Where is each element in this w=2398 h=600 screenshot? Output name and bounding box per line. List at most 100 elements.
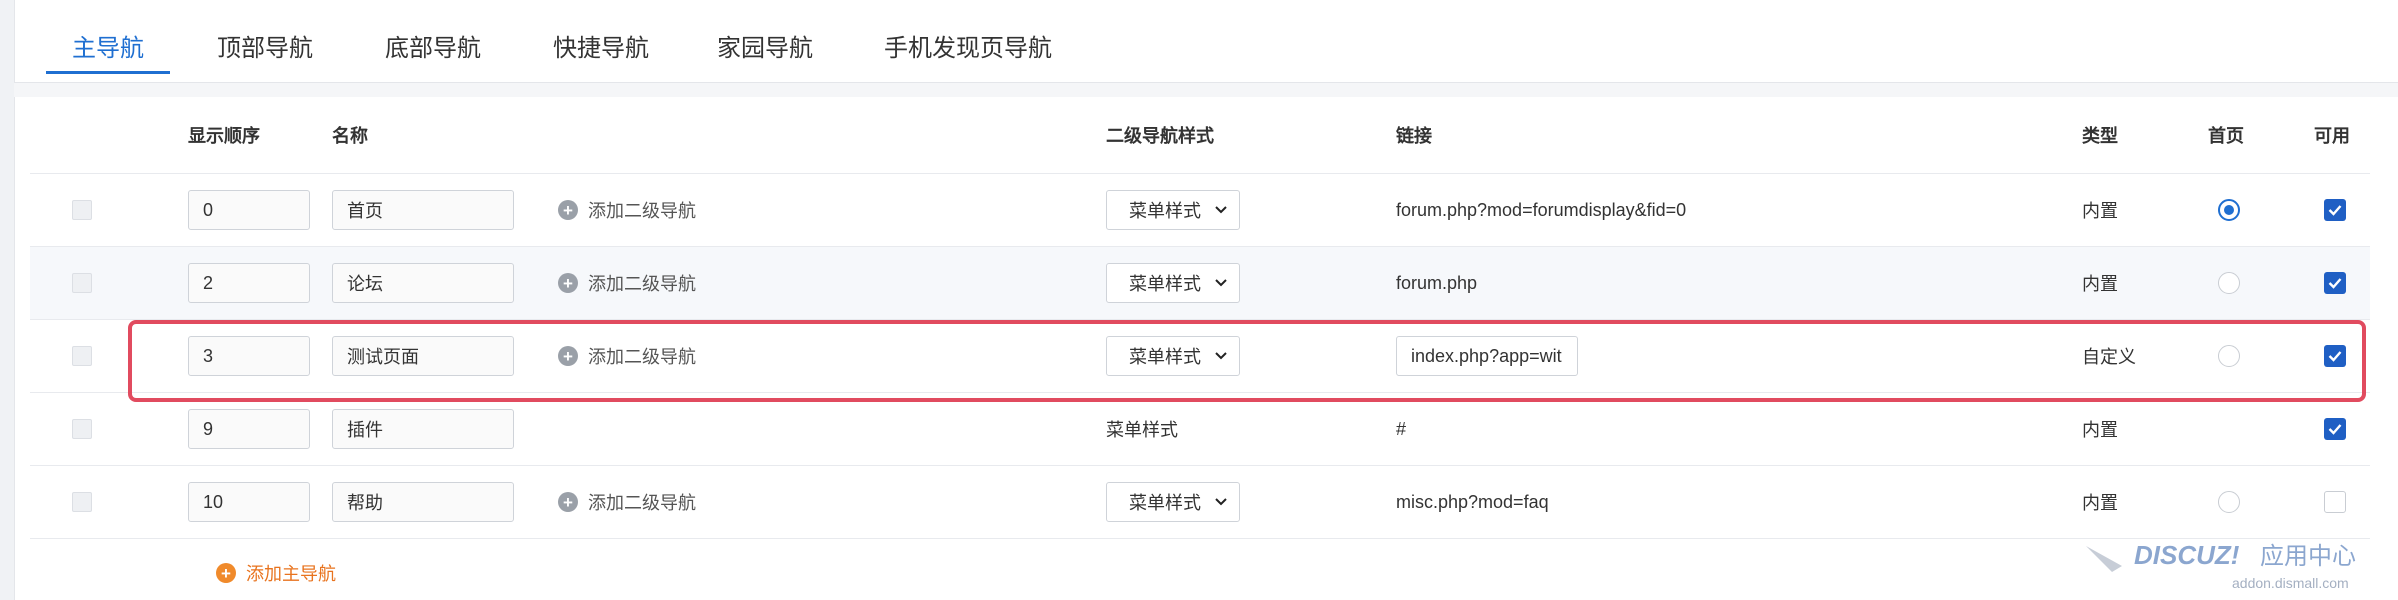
select-value: 菜单样式 xyxy=(1129,274,1201,294)
order-input[interactable]: 0 xyxy=(188,190,310,230)
order-input[interactable]: 2 xyxy=(188,263,310,303)
watermark-url: addon.dismall.com xyxy=(2232,575,2349,591)
tab-main-nav[interactable]: 主导航 xyxy=(46,28,170,74)
watermark-brand: DISCUZ! xyxy=(2134,540,2240,570)
add-sub-nav-label: 添加二级导航 xyxy=(588,201,696,221)
table-row: 3 测试页面 + 添加二级导航 菜单样式 index.php?app=wit 自定义 xyxy=(30,320,2370,393)
name-input[interactable]: 帮助 xyxy=(332,482,514,522)
add-sub-nav-label: 添加二级导航 xyxy=(588,493,696,513)
chevron-down-icon xyxy=(1215,279,1227,287)
add-sub-nav-button[interactable]: + 添加二级导航 xyxy=(558,270,696,296)
name-input[interactable]: 插件 xyxy=(332,409,514,449)
col-link-header: 链接 xyxy=(1396,126,1432,146)
select-value: 菜单样式 xyxy=(1129,201,1201,221)
add-sub-nav-label: 添加二级导航 xyxy=(588,347,696,367)
home-radio[interactable] xyxy=(2218,199,2240,221)
check-icon xyxy=(2328,424,2342,435)
plus-circle-icon: + xyxy=(216,563,236,583)
type-text: 自定义 xyxy=(2082,347,2136,367)
submenu-style-select[interactable]: 菜单样式 xyxy=(1106,263,1240,303)
tab-quick-nav[interactable]: 快捷导航 xyxy=(546,28,656,72)
row-select-checkbox[interactable] xyxy=(72,492,92,512)
nav-table: 显示顺序 名称 二级导航样式 链接 类型 首页 可用 0 首页 + 添加二级导航 菜单样… xyxy=(30,97,2370,600)
discuz-watermark: DISCUZ! 应用中心 addon.dismall.com xyxy=(2086,540,2356,591)
table-row: 9 插件 菜单样式 # 内置 xyxy=(30,393,2370,466)
row-select-checkbox[interactable] xyxy=(72,419,92,439)
col-order-header: 显示顺序 xyxy=(188,126,260,146)
type-text: 内置 xyxy=(2082,274,2118,294)
type-text: 内置 xyxy=(2082,493,2118,513)
add-sub-nav-button[interactable]: + 添加二级导航 xyxy=(558,489,696,515)
chevron-down-icon xyxy=(1215,206,1227,214)
add-main-nav-button[interactable]: + 添加主导航 xyxy=(216,560,336,586)
check-icon xyxy=(2328,205,2342,216)
link-input[interactable]: index.php?app=wit xyxy=(1396,336,1578,376)
type-text: 内置 xyxy=(2082,420,2118,440)
add-main-nav-label: 添加主导航 xyxy=(246,564,336,584)
name-input[interactable]: 论坛 xyxy=(332,263,514,303)
col-style-header: 二级导航样式 xyxy=(1106,126,1214,146)
tab-top-nav[interactable]: 顶部导航 xyxy=(210,28,320,72)
plus-circle-icon: + xyxy=(558,273,578,293)
tab-label: 家园导航 xyxy=(717,35,813,62)
link-text: # xyxy=(1396,418,1407,439)
submenu-style-select[interactable]: 菜单样式 xyxy=(1106,482,1240,522)
chevron-down-icon xyxy=(1215,352,1227,360)
add-sub-nav-label: 添加二级导航 xyxy=(588,274,696,294)
tab-mobile-discover-nav[interactable]: 手机发现页导航 xyxy=(878,28,1058,72)
tab-label: 主导航 xyxy=(72,35,144,62)
section-gap xyxy=(14,83,2398,97)
submenu-style-select[interactable]: 菜单样式 xyxy=(1106,336,1240,376)
plus-circle-icon: + xyxy=(558,200,578,220)
row-select-checkbox[interactable] xyxy=(72,346,92,366)
enabled-checkbox[interactable] xyxy=(2324,199,2346,221)
col-home-header: 首页 xyxy=(2208,126,2244,146)
add-sub-nav-button[interactable]: + 添加二级导航 xyxy=(558,343,696,369)
row-select-checkbox[interactable] xyxy=(72,200,92,220)
home-radio[interactable] xyxy=(2218,272,2240,294)
plus-circle-icon: + xyxy=(558,492,578,512)
name-input[interactable]: 测试页面 xyxy=(332,336,514,376)
tab-bottom-nav[interactable]: 底部导航 xyxy=(378,28,488,72)
col-type-header: 类型 xyxy=(2082,126,2118,146)
select-value: 菜单样式 xyxy=(1129,347,1201,367)
select-value: 菜单样式 xyxy=(1129,493,1201,513)
tab-label: 快捷导航 xyxy=(553,35,649,62)
tab-home-nav[interactable]: 家园导航 xyxy=(710,28,820,72)
add-sub-nav-button[interactable]: + 添加二级导航 xyxy=(558,197,696,223)
enabled-checkbox[interactable] xyxy=(2324,272,2346,294)
row-select-checkbox[interactable] xyxy=(72,273,92,293)
check-icon xyxy=(2328,278,2342,289)
name-input[interactable]: 首页 xyxy=(332,190,514,230)
order-input[interactable]: 9 xyxy=(188,409,310,449)
chevron-down-icon xyxy=(1215,498,1227,506)
type-text: 内置 xyxy=(2082,201,2118,221)
enabled-checkbox[interactable] xyxy=(2324,345,2346,367)
table-row: 10 帮助 + 添加二级导航 菜单样式 misc.php?mod=faq 内置 xyxy=(30,466,2370,539)
home-radio[interactable] xyxy=(2218,491,2240,513)
submenu-style-text: 菜单样式 xyxy=(1106,420,1178,440)
table-row: 2 论坛 + 添加二级导航 菜单样式 forum.php 内置 xyxy=(30,247,2370,320)
link-text: forum.php?mod=forumdisplay&fid=0 xyxy=(1396,199,1687,220)
enabled-checkbox[interactable] xyxy=(2324,418,2346,440)
tab-label: 底部导航 xyxy=(385,35,481,62)
col-enabled-header: 可用 xyxy=(2314,126,2350,146)
plus-circle-icon: + xyxy=(558,346,578,366)
paper-plane-icon xyxy=(2086,546,2122,572)
submenu-style-select[interactable]: 菜单样式 xyxy=(1106,190,1240,230)
enabled-checkbox[interactable] xyxy=(2324,491,2346,513)
link-text: misc.php?mod=faq xyxy=(1396,491,1549,512)
table-header: 显示顺序 名称 二级导航样式 链接 类型 首页 可用 xyxy=(30,97,2370,174)
home-radio[interactable] xyxy=(2218,345,2240,367)
left-strip xyxy=(0,0,15,600)
nav-tabs: 主导航 顶部导航 底部导航 快捷导航 家园导航 手机发现页导航 xyxy=(14,0,2398,83)
tab-label: 手机发现页导航 xyxy=(884,35,1052,62)
table-row: 0 首页 + 添加二级导航 菜单样式 forum.php?mod=forumdisplay… xyxy=(30,174,2370,247)
order-input[interactable]: 10 xyxy=(188,482,310,522)
watermark-cn: 应用中心 xyxy=(2260,542,2356,570)
col-name-header: 名称 xyxy=(332,126,368,146)
order-input[interactable]: 3 xyxy=(188,336,310,376)
check-icon xyxy=(2328,351,2342,362)
link-text: forum.php xyxy=(1396,272,1478,293)
tab-label: 顶部导航 xyxy=(217,35,313,62)
